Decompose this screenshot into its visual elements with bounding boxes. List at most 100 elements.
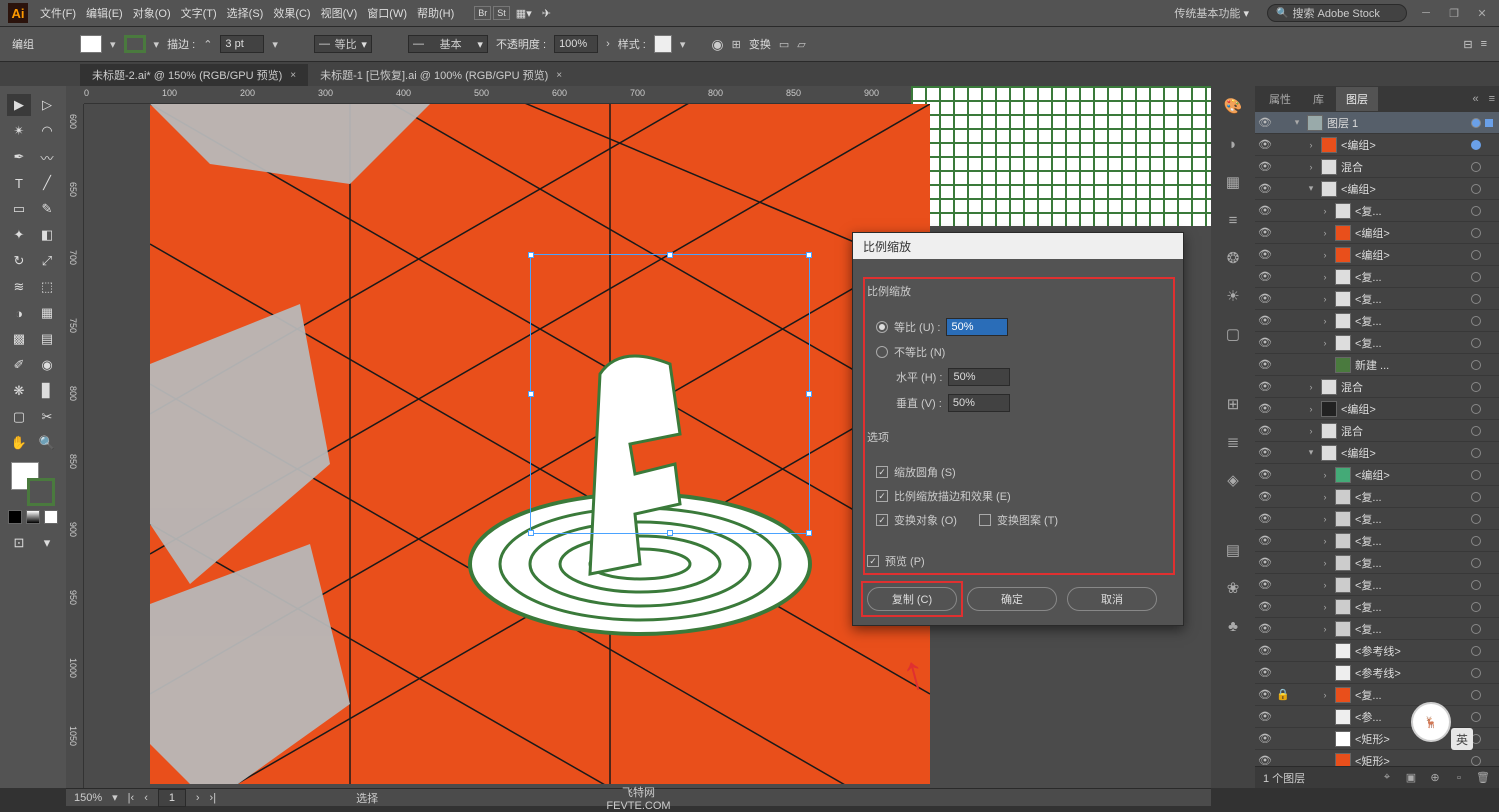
layer-name[interactable]: <编组> bbox=[1341, 445, 1467, 461]
color-mode-icon[interactable] bbox=[8, 510, 22, 524]
uniform-scale-input[interactable]: 50% bbox=[946, 318, 1008, 336]
layer-name[interactable]: <复... bbox=[1355, 533, 1467, 549]
layer-row[interactable]: 👁▾图层 1 bbox=[1255, 112, 1499, 134]
cancel-button[interactable]: 取消 bbox=[1067, 587, 1157, 611]
dialog-title[interactable]: 比例缩放 bbox=[853, 233, 1183, 259]
canvas-area[interactable]: 0100200300400500600700800850900950100010… bbox=[66, 86, 1211, 788]
visibility-toggle-icon[interactable]: 👁 bbox=[1255, 314, 1275, 327]
window-restore-icon[interactable]: ❐ bbox=[1445, 6, 1463, 20]
free-transform-tool-icon[interactable]: ⬚ bbox=[35, 276, 59, 298]
menu-item[interactable]: 视图(V) bbox=[317, 1, 362, 25]
layer-name[interactable]: <矩形> bbox=[1355, 753, 1467, 767]
target-icon[interactable] bbox=[1471, 624, 1481, 634]
layer-name[interactable]: <复... bbox=[1355, 291, 1467, 307]
width-profile-select[interactable]: — 等比 ▾ bbox=[314, 35, 372, 53]
chevron-down-icon[interactable]: ▾ bbox=[110, 38, 116, 51]
graph-tool-icon[interactable]: ▊ bbox=[35, 380, 59, 402]
target-icon[interactable] bbox=[1471, 338, 1481, 348]
visibility-toggle-icon[interactable]: 👁 bbox=[1255, 468, 1275, 481]
layer-row[interactable]: 👁新建 ... bbox=[1255, 354, 1499, 376]
hand-tool-icon[interactable]: ✋ bbox=[7, 432, 31, 454]
tab-properties[interactable]: 属性 bbox=[1259, 87, 1301, 111]
visibility-toggle-icon[interactable]: 👁 bbox=[1255, 600, 1275, 613]
layer-row[interactable]: 👁›<复... bbox=[1255, 200, 1499, 222]
layer-row[interactable]: 👁<参考线> bbox=[1255, 640, 1499, 662]
target-icon[interactable] bbox=[1471, 448, 1481, 458]
layer-row[interactable]: 👁›<复... bbox=[1255, 288, 1499, 310]
ime-indicator[interactable]: 英 bbox=[1451, 728, 1473, 750]
layer-name[interactable]: <参考线> bbox=[1355, 665, 1467, 681]
disclosure-icon[interactable]: › bbox=[1319, 580, 1331, 590]
screen-mode-icon[interactable]: ⊡ bbox=[7, 532, 31, 554]
target-icon[interactable] bbox=[1471, 536, 1481, 546]
target-icon[interactable] bbox=[1471, 756, 1481, 766]
disclosure-icon[interactable]: › bbox=[1319, 624, 1331, 634]
visibility-toggle-icon[interactable]: 👁 bbox=[1255, 226, 1275, 239]
disclosure-icon[interactable]: › bbox=[1319, 272, 1331, 282]
panel-menu-icon[interactable]: ≡ bbox=[1489, 93, 1495, 105]
layer-name[interactable]: 混合 bbox=[1341, 423, 1467, 439]
layer-row[interactable]: 👁›<复... bbox=[1255, 574, 1499, 596]
layer-row[interactable]: 👁›<编组> bbox=[1255, 464, 1499, 486]
copy-button[interactable]: 复制 (C) bbox=[867, 587, 957, 611]
disclosure-icon[interactable]: › bbox=[1319, 492, 1331, 502]
layer-row[interactable]: 👁›<复... bbox=[1255, 332, 1499, 354]
curvature-tool-icon[interactable]: 〰 bbox=[35, 146, 59, 168]
bridge-icon[interactable]: Br bbox=[474, 6, 491, 20]
chevron-right-icon[interactable]: › bbox=[606, 38, 610, 50]
target-icon[interactable] bbox=[1471, 712, 1481, 722]
target-icon[interactable] bbox=[1471, 580, 1481, 590]
artboard-nav-first-icon[interactable]: |‹ bbox=[128, 792, 135, 804]
width-tool-icon[interactable]: ≋ bbox=[7, 276, 31, 298]
gradient-panel-icon[interactable]: ▢ bbox=[1221, 322, 1245, 346]
panel-toggle-icon[interactable]: ⊟ bbox=[1463, 38, 1472, 51]
layer-row[interactable]: 👁▾<编组> bbox=[1255, 442, 1499, 464]
align-panel-icon[interactable]: ▤ bbox=[1221, 538, 1245, 562]
fill-swatch[interactable] bbox=[80, 35, 102, 53]
window-minimize-icon[interactable]: ─ bbox=[1417, 6, 1435, 20]
disclosure-icon[interactable]: › bbox=[1319, 338, 1331, 348]
document-tab[interactable]: 未标题-2.ai* @ 150% (RGB/GPU 预览) × bbox=[80, 64, 308, 86]
visibility-toggle-icon[interactable]: 👁 bbox=[1255, 754, 1275, 766]
target-icon[interactable] bbox=[1471, 228, 1481, 238]
disclosure-icon[interactable]: › bbox=[1319, 690, 1331, 700]
transform-label[interactable]: 变换 bbox=[749, 36, 771, 52]
disclosure-icon[interactable]: › bbox=[1319, 250, 1331, 260]
layer-row[interactable]: 👁›<复... bbox=[1255, 486, 1499, 508]
disclosure-icon[interactable]: › bbox=[1319, 206, 1331, 216]
type-tool-icon[interactable]: T bbox=[7, 172, 31, 194]
opacity-input[interactable]: 100% bbox=[554, 35, 598, 53]
layer-row[interactable]: 👁›<编组> bbox=[1255, 398, 1499, 420]
disclosure-icon[interactable]: › bbox=[1305, 404, 1317, 414]
tab-library[interactable]: 库 bbox=[1303, 87, 1334, 111]
locate-layer-icon[interactable]: ⌖ bbox=[1379, 771, 1395, 784]
gpu-icon[interactable]: ✈ bbox=[538, 3, 555, 24]
artboard-number-input[interactable]: 1 bbox=[158, 789, 186, 807]
visibility-toggle-icon[interactable]: 👁 bbox=[1255, 666, 1275, 679]
scale-tool-icon[interactable]: ⤢ bbox=[35, 250, 59, 272]
layer-name[interactable]: <编组> bbox=[1341, 137, 1467, 153]
artboard[interactable] bbox=[150, 104, 930, 784]
layer-row[interactable]: 👁›混合 bbox=[1255, 420, 1499, 442]
eyedropper-tool-icon[interactable]: ✐ bbox=[7, 354, 31, 376]
layer-name[interactable]: <编组> bbox=[1355, 467, 1467, 483]
decrement-icon[interactable]: ⌃ bbox=[203, 38, 212, 51]
layer-name[interactable]: <复... bbox=[1355, 203, 1467, 219]
layer-row[interactable]: 👁›<编组> bbox=[1255, 222, 1499, 244]
target-icon[interactable] bbox=[1471, 250, 1481, 260]
menu-item[interactable]: 编辑(E) bbox=[82, 1, 127, 25]
perspective-tool-icon[interactable]: ▦ bbox=[35, 302, 59, 324]
vertical-scale-input[interactable]: 50% bbox=[948, 394, 1010, 412]
menu-item[interactable]: 文件(F) bbox=[36, 1, 80, 25]
stroke-swatch[interactable] bbox=[124, 35, 146, 53]
target-icon[interactable] bbox=[1471, 470, 1481, 480]
menu-item[interactable]: 选择(S) bbox=[223, 1, 268, 25]
checkbox-scale-strokes[interactable] bbox=[876, 490, 888, 502]
visibility-toggle-icon[interactable]: 👁 bbox=[1255, 380, 1275, 393]
target-icon[interactable] bbox=[1471, 558, 1481, 568]
menu-item[interactable]: 文字(T) bbox=[177, 1, 221, 25]
layer-name[interactable]: 图层 1 bbox=[1327, 115, 1467, 131]
target-icon[interactable] bbox=[1471, 184, 1481, 194]
panel-menu-icon[interactable]: ≡ bbox=[1481, 38, 1487, 51]
layer-row[interactable]: 👁›<复... bbox=[1255, 596, 1499, 618]
